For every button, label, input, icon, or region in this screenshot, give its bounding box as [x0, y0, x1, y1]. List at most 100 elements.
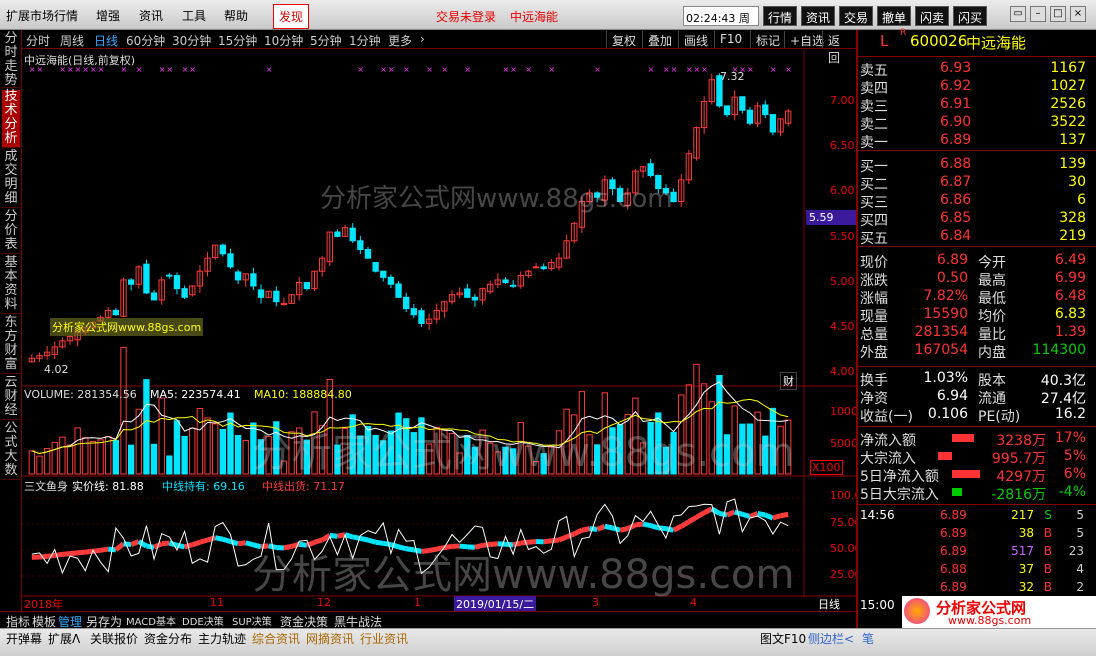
- quote-button[interactable]: 行情: [763, 6, 798, 26]
- menu-help[interactable]: 帮助: [224, 7, 248, 24]
- period-daily[interactable]: 日线: [94, 32, 118, 49]
- tab-macd[interactable]: MACD基本: [126, 613, 176, 628]
- menu-enhance[interactable]: 增强: [96, 7, 120, 24]
- trade-button[interactable]: 交易: [839, 6, 874, 26]
- period-10min[interactable]: 10分钟: [264, 32, 303, 49]
- signal-mark: ×: [159, 65, 166, 74]
- tab-price-table[interactable]: 分价表: [2, 210, 20, 254]
- volume-bar: [265, 436, 272, 475]
- info-button[interactable]: 资讯: [801, 6, 836, 26]
- bid-row[interactable]: 买四 6.85 328: [860, 210, 1086, 229]
- signal-mark: ×: [747, 65, 754, 74]
- web-news[interactable]: 网摘资讯: [306, 630, 354, 647]
- stat-value: 1.39: [1054, 324, 1086, 340]
- expand-button[interactable]: 扩展ᐱ: [48, 630, 80, 647]
- bid-row[interactable]: 买五 6.84 219: [860, 228, 1086, 247]
- ask-row[interactable]: 卖三 6.91 2526: [860, 96, 1086, 115]
- bid-row[interactable]: 买一 6.88 139: [860, 156, 1086, 175]
- fundamental-row: 净资 6.94 流通 27.4亿: [860, 388, 1086, 407]
- minimize-icon[interactable]: –: [1030, 6, 1046, 22]
- main-force-track[interactable]: 主力轨迹: [198, 630, 246, 647]
- draw-button[interactable]: 画线: [678, 31, 713, 48]
- volume-bar: [532, 461, 540, 475]
- stat-label: 外盘: [860, 345, 888, 361]
- tab-trades[interactable]: 成交明细: [2, 150, 20, 208]
- period-more[interactable]: 更多: [388, 32, 412, 49]
- tab-technical[interactable]: 技术分析: [2, 90, 20, 148]
- tick-row: 14:56 6.89 217 S 5: [860, 508, 1086, 526]
- ask-row[interactable]: 卖一 6.89 137: [860, 132, 1086, 151]
- ask-row[interactable]: 卖二 6.90 3522: [860, 114, 1086, 133]
- volume-bar: [59, 436, 66, 475]
- f10-button[interactable]: F10: [714, 31, 747, 48]
- bid-row[interactable]: 买二 6.87 30: [860, 174, 1086, 193]
- volume-bar: [670, 431, 677, 475]
- candle: [502, 279, 509, 284]
- period-30min[interactable]: 30分钟: [172, 32, 211, 49]
- candle: [395, 283, 402, 298]
- restore-icon[interactable]: ▭: [1010, 6, 1026, 22]
- trend-segment: [482, 542, 491, 548]
- general-news[interactable]: 综合资讯: [252, 630, 300, 647]
- trend-segment: [146, 543, 155, 550]
- l-icon: L: [880, 32, 889, 50]
- trend-segment: [161, 540, 170, 547]
- related-quotes[interactable]: 关联报价: [90, 630, 138, 647]
- trend-segment: [245, 540, 255, 548]
- sidebar-toggle[interactable]: 侧边栏<: [808, 630, 854, 647]
- tab-intraday[interactable]: 分时走势: [2, 32, 20, 88]
- tab-sup[interactable]: SUP决策: [232, 613, 272, 628]
- fund-distribution[interactable]: 资金分布: [144, 630, 192, 647]
- login-status[interactable]: 交易未登录: [436, 8, 496, 25]
- back-button[interactable]: 返回: [822, 31, 856, 65]
- overlay-button[interactable]: 叠加: [642, 31, 677, 48]
- tab-profile[interactable]: 基本资料: [2, 256, 20, 314]
- quick-buy-button[interactable]: 闪买: [953, 6, 988, 26]
- tab-cloud-finance[interactable]: 云财经: [2, 376, 20, 420]
- menu-tools[interactable]: 工具: [182, 7, 206, 24]
- volume-unit: X100: [810, 460, 843, 475]
- bid-row[interactable]: 买三 6.86 6: [860, 192, 1086, 211]
- period-60min[interactable]: 60分钟: [126, 32, 165, 49]
- period-intraday[interactable]: 分时: [26, 32, 50, 49]
- tab-formula[interactable]: 公式大数: [2, 422, 20, 480]
- menu-news[interactable]: 资讯: [139, 7, 163, 24]
- period-weekly[interactable]: 周线: [60, 32, 84, 49]
- period-15min[interactable]: 15分钟: [218, 32, 257, 49]
- volume-bar: [280, 460, 288, 475]
- chevron-right-icon[interactable]: ›: [420, 32, 425, 46]
- tab-eastmoney[interactable]: 东方财富: [2, 316, 20, 374]
- volume-bar: [632, 397, 639, 475]
- cancel-order-button[interactable]: 撤单: [877, 6, 912, 26]
- finance-badge[interactable]: 财: [780, 372, 797, 390]
- watermark-small: 分析家公式网www.88gs.com: [50, 318, 204, 336]
- pen-button[interactable]: 笔: [862, 630, 874, 647]
- signal-mark: ×: [503, 65, 510, 74]
- volume-bar: [166, 455, 173, 475]
- danmu-button[interactable]: 开弹幕: [6, 630, 42, 647]
- close-icon[interactable]: ×: [1070, 6, 1086, 22]
- industry-news[interactable]: 行业资讯: [360, 630, 408, 647]
- tab-dde[interactable]: DDE决策: [182, 613, 224, 628]
- menu-extended-market[interactable]: 扩展市场行情: [6, 7, 78, 24]
- volume-bar: [777, 425, 784, 475]
- period-5min[interactable]: 5分钟: [310, 32, 342, 49]
- mark-button[interactable]: 标记: [750, 31, 785, 48]
- trend-segment: [252, 542, 262, 550]
- ask-row[interactable]: 卖四 6.92 1027: [860, 78, 1086, 97]
- period-1min[interactable]: 1分钟: [349, 32, 381, 49]
- volume-bar: [746, 423, 754, 475]
- menu-discover[interactable]: 发现: [273, 4, 310, 29]
- maximize-icon[interactable]: □: [1050, 6, 1066, 22]
- ask-row[interactable]: 卖五 6.93 1167: [860, 60, 1086, 79]
- adjust-button[interactable]: 复权: [606, 31, 641, 48]
- flow-value: 995.7万: [991, 451, 1046, 467]
- candle: [532, 266, 540, 269]
- trend-segment: [459, 543, 468, 550]
- quick-sell-button[interactable]: 闪卖: [915, 6, 950, 26]
- f10-graphic[interactable]: 图文F10: [760, 630, 806, 647]
- chart-area[interactable]: × × × × × × × × × × × × × × × × × × × × × × × × × × × × × × × × × × × × × × 中…: [22, 50, 865, 612]
- trend-segment: [421, 548, 430, 554]
- bid-volume: 219: [1059, 228, 1086, 244]
- ask-label: 卖三: [860, 99, 888, 115]
